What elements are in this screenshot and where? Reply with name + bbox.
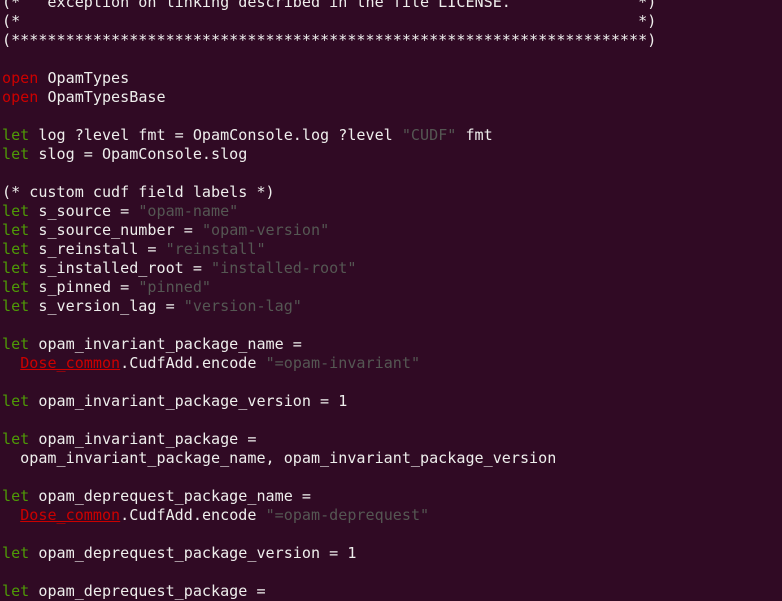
keyword-token: let xyxy=(2,240,30,258)
module-name-token: Dose_common xyxy=(20,354,121,372)
code-text-token: opam_deprequest_package_version = 1 xyxy=(29,544,357,562)
code-line: (***************************************… xyxy=(2,31,782,50)
code-line: (* exception on linking described in the… xyxy=(2,0,782,12)
code-text-token: opam_deprequest_package_name = xyxy=(29,487,311,505)
code-text-token: s_pinned = xyxy=(29,278,139,296)
keyword-token: let xyxy=(2,430,30,448)
code-line: let opam_invariant_package_name = xyxy=(2,335,782,354)
string-literal-token: "reinstall" xyxy=(165,240,266,258)
code-line: let s_version_lag = "version-lag" xyxy=(2,297,782,316)
code-line: let opam_invariant_package = xyxy=(2,430,782,449)
code-line: let s_pinned = "pinned" xyxy=(2,278,782,297)
code-text-token: opam_invariant_package_version = 1 xyxy=(29,392,348,410)
string-literal-token: "version-lag" xyxy=(183,297,302,315)
code-text-token: s_reinstall = xyxy=(29,240,166,258)
code-line: let opam_deprequest_package_version = 1 xyxy=(2,544,782,563)
code-text-token: opam_invariant_package_name = xyxy=(29,335,302,353)
code-text-token: opam_invariant_package = xyxy=(29,430,257,448)
code-line: Dose_common.CudfAdd.encode "=opam-invari… xyxy=(2,354,782,373)
code-line: open OpamTypes xyxy=(2,69,782,88)
code-line: let opam_deprequest_package_name = xyxy=(2,487,782,506)
code-text-token: opam_deprequest_package = xyxy=(29,582,266,600)
code-line: let s_source = "opam-name" xyxy=(2,202,782,221)
keyword-token: let xyxy=(2,202,30,220)
code-line: let opam_deprequest_package = xyxy=(2,582,782,601)
keyword-token: let xyxy=(2,392,30,410)
string-literal-token: "CUDF" xyxy=(401,126,457,144)
string-literal-token: "=opam-invariant" xyxy=(265,354,421,372)
code-text-token: s_version_lag = xyxy=(29,297,184,315)
code-text-token: s_source_number = xyxy=(29,221,202,239)
code-line: let opam_invariant_package_version = 1 xyxy=(2,392,782,411)
code-text-token: .CudfAdd.encode xyxy=(120,354,266,372)
keyword-token: let xyxy=(2,297,30,315)
code-line: let s_reinstall = "reinstall" xyxy=(2,240,782,259)
code-line: Dose_common.CudfAdd.encode "=opam-depreq… xyxy=(2,506,782,525)
module-name-token: Dose_common xyxy=(20,506,121,524)
code-text-token: fmt xyxy=(456,126,493,144)
string-literal-token: "pinned" xyxy=(138,278,212,296)
open-keyword-token: open xyxy=(2,69,39,87)
code-line: (* custom cudf field labels *) xyxy=(2,183,782,202)
keyword-token: let xyxy=(2,145,30,163)
code-line: open OpamTypesBase xyxy=(2,88,782,107)
terminal-editor-view[interactable]: (* exception on linking described in the… xyxy=(0,0,782,601)
keyword-token: let xyxy=(2,544,30,562)
code-text-token: (***************************************… xyxy=(2,31,657,49)
code-text-token: (* exception on linking described in the… xyxy=(2,0,657,11)
code-line: let s_source_number = "opam-version" xyxy=(2,221,782,240)
code-text-token: OpamTypes xyxy=(38,69,130,87)
code-line: opam_invariant_package_name, opam_invari… xyxy=(2,449,782,468)
code-text-token: opam_invariant_package_name, opam_invari… xyxy=(2,449,557,467)
keyword-token: let xyxy=(2,221,30,239)
keyword-token: let xyxy=(2,278,30,296)
open-keyword-token: open xyxy=(2,88,39,106)
keyword-token: let xyxy=(2,582,30,600)
code-text-token: (* *) xyxy=(2,12,657,30)
keyword-token: let xyxy=(2,335,30,353)
keyword-token: let xyxy=(2,259,30,277)
string-literal-token: "opam-version" xyxy=(201,221,330,239)
string-literal-token: "opam-name" xyxy=(138,202,239,220)
string-literal-token: "=opam-deprequest" xyxy=(265,506,430,524)
code-line: (* *) xyxy=(2,12,782,31)
code-text-token: OpamTypesBase xyxy=(38,88,166,106)
code-text-token: s_source = xyxy=(29,202,139,220)
keyword-token: let xyxy=(2,487,30,505)
code-text-token: .CudfAdd.encode xyxy=(120,506,266,524)
code-line: let s_installed_root = "installed-root" xyxy=(2,259,782,278)
code-line: let slog = OpamConsole.slog xyxy=(2,145,782,164)
code-text-token: s_installed_root = xyxy=(29,259,212,277)
code-line: let log ?level fmt = OpamConsole.log ?le… xyxy=(2,126,782,145)
code-text-token: (* custom cudf field labels *) xyxy=(2,183,275,201)
code-text-token: log ?level fmt = OpamConsole.log ?level xyxy=(29,126,402,144)
string-literal-token: "installed-root" xyxy=(211,259,357,277)
keyword-token: let xyxy=(2,126,30,144)
code-text-token: slog = OpamConsole.slog xyxy=(29,145,248,163)
